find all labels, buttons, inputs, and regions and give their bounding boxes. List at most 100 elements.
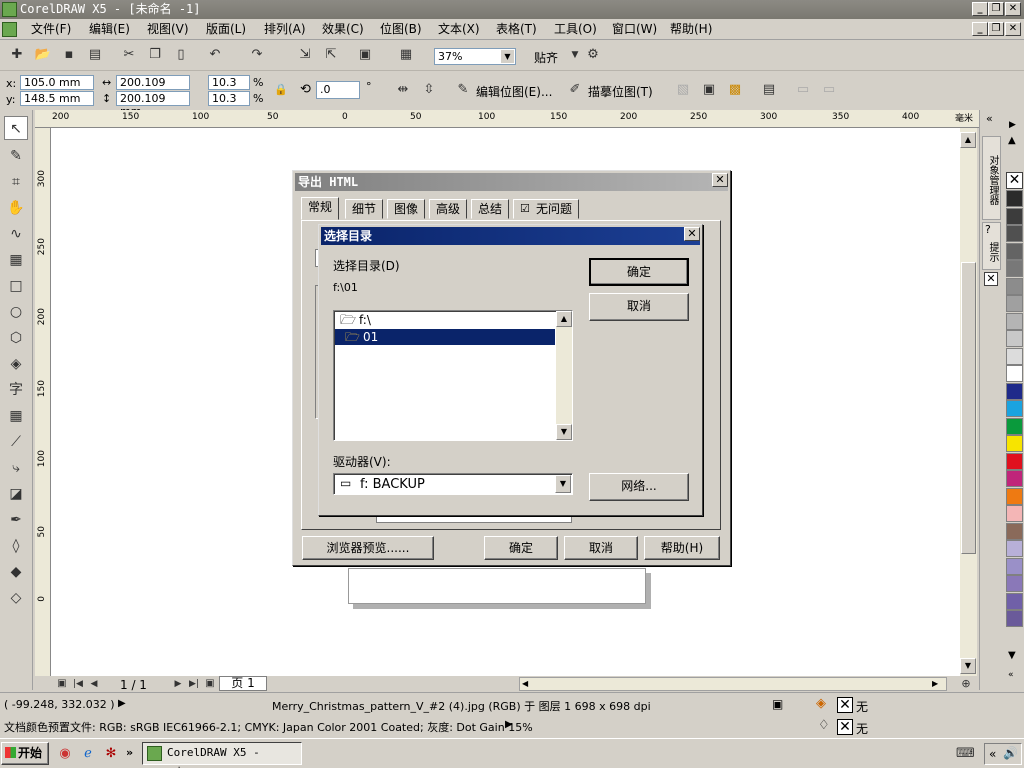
basic-shapes-tool-icon[interactable]: ◈ xyxy=(4,352,28,376)
tree-scroll-down-icon[interactable]: ▼ xyxy=(556,424,572,440)
color-swatch[interactable] xyxy=(1006,312,1023,330)
mirror-vertical-icon[interactable]: ⇳ xyxy=(420,81,438,99)
app-shortcut-icon[interactable]: ✻ xyxy=(102,745,120,763)
color-swatch[interactable] xyxy=(1006,295,1023,312)
menu-tools[interactable]: 工具(O) xyxy=(554,19,597,40)
copy-icon[interactable]: ❐ xyxy=(146,46,164,64)
color-swatch[interactable] xyxy=(1006,540,1023,557)
scroll-thumb[interactable] xyxy=(961,262,976,554)
redo-icon[interactable]: ↷ xyxy=(248,46,266,64)
edit-bitmap-icon[interactable]: ✎ xyxy=(454,81,472,99)
horizontal-scrollbar[interactable]: ◀ ▶ xyxy=(519,677,947,691)
doc-close-button[interactable]: ✕ xyxy=(1005,22,1021,36)
tree-scroll-up-icon[interactable]: ▲ xyxy=(556,311,572,327)
profile-expand-icon[interactable]: ▶ xyxy=(505,719,513,730)
scale-y-input[interactable]: 10.3 xyxy=(208,91,250,106)
drive-select[interactable]: ▭ f: BACKUP ▼ xyxy=(333,473,573,495)
menu-effects[interactable]: 效果(C) xyxy=(322,19,364,40)
menu-arrange[interactable]: 排列(A) xyxy=(264,19,306,40)
fill-tool-icon[interactable]: ◆ xyxy=(4,560,28,584)
navigator-icon[interactable]: ⊕ xyxy=(957,675,975,693)
export-ok-button[interactable]: 确定 xyxy=(484,536,558,560)
color-swatch[interactable] xyxy=(1006,575,1023,592)
application-launcher-icon[interactable]: ▣ xyxy=(356,46,374,64)
lock-ratio-icon[interactable]: 🔒 xyxy=(274,83,288,96)
width-input[interactable]: 200.109 mm xyxy=(116,75,190,102)
object-manager-tab[interactable]: 对象管理器 xyxy=(982,136,1001,220)
export-cancel-button[interactable]: 取消 xyxy=(564,536,638,560)
y-position-input[interactable]: 148.5 mm xyxy=(20,91,94,106)
zoom-level-select[interactable]: 37% ▼ xyxy=(434,48,516,65)
tab-details[interactable]: 细节 xyxy=(345,199,384,219)
docker-collapse-icon[interactable]: « xyxy=(986,112,993,125)
mirror-horizontal-icon[interactable]: ⇹ xyxy=(394,81,412,99)
tab-advanced[interactable]: 高级 xyxy=(429,199,468,219)
palette-expand-icon[interactable]: « xyxy=(1008,670,1014,680)
connector-tool-icon[interactable]: ⤷ xyxy=(4,456,28,480)
color-swatch[interactable] xyxy=(1006,522,1023,540)
polygon-tool-icon[interactable]: ⬡ xyxy=(4,326,28,350)
ie-icon[interactable]: ℯ xyxy=(79,745,97,763)
color-swatch[interactable] xyxy=(1006,347,1023,365)
color-swatch[interactable] xyxy=(1006,382,1023,400)
page-tab[interactable]: 页 1 xyxy=(219,676,267,691)
dir-close-icon[interactable]: ✕ xyxy=(684,227,700,241)
color-swatch[interactable] xyxy=(1006,207,1023,225)
prev-page-icon[interactable]: ◀ xyxy=(85,675,103,693)
tab-images[interactable]: 图像 xyxy=(387,199,426,219)
taskbar-coreldraw-button[interactable]: CorelDRAW X5 - [未... xyxy=(142,742,302,768)
fill-none-swatch[interactable]: ✕ xyxy=(837,697,853,713)
shape-tool-icon[interactable]: ✎ xyxy=(4,144,28,168)
add-page-after-icon[interactable]: ▣ xyxy=(201,675,219,693)
color-swatch[interactable] xyxy=(1006,225,1023,242)
smart-fill-tool-icon[interactable]: ▦ xyxy=(4,248,28,272)
status-expand-icon[interactable]: ▶ xyxy=(118,698,126,709)
docker-close-icon[interactable]: ✕ xyxy=(984,272,998,286)
welcome-screen-icon[interactable]: ▦ xyxy=(397,46,415,64)
close-button[interactable]: ✕ xyxy=(1005,2,1021,16)
text-tool-icon[interactable]: 字 xyxy=(4,378,28,402)
color-swatch[interactable] xyxy=(1006,505,1023,522)
quicklaunch-more-icon[interactable]: » xyxy=(126,746,133,759)
scroll-right-icon[interactable]: ▶ xyxy=(932,678,944,690)
color-swatch[interactable] xyxy=(1006,277,1023,295)
wrap-text-icon[interactable]: ▤ xyxy=(760,81,778,99)
options-icon[interactable]: ⚙ xyxy=(584,46,602,64)
crop-bitmap-icon[interactable]: ▧ xyxy=(674,81,692,99)
trace-bitmap-button[interactable]: 描摹位图(T) xyxy=(588,83,653,100)
import-icon[interactable]: ⇲ xyxy=(296,46,314,64)
minimize-button[interactable]: _ xyxy=(972,2,988,16)
rotation-angle-input[interactable]: .0 xyxy=(316,81,360,99)
eyedropper-tool-icon[interactable]: ✒ xyxy=(4,508,28,532)
maximize-button[interactable]: ❐ xyxy=(988,2,1004,16)
tab-summary[interactable]: 总结 xyxy=(471,199,510,219)
palette-down-icon[interactable]: ▼ xyxy=(1008,650,1016,661)
directory-tree[interactable]: 🗁 f:\ 🗁 01 ▲ ▼ xyxy=(333,310,573,441)
palette-scroll-up-icon[interactable]: ▶ xyxy=(1009,120,1016,130)
network-button[interactable]: 网络... xyxy=(589,473,689,501)
ellipse-tool-icon[interactable]: ○ xyxy=(4,300,28,324)
color-swatch[interactable] xyxy=(1006,260,1023,277)
menu-view[interactable]: 视图(V) xyxy=(147,19,189,40)
menu-layout[interactable]: 版面(L) xyxy=(206,19,246,40)
drive-chevron-down-icon[interactable]: ▼ xyxy=(555,475,571,493)
menu-edit[interactable]: 编辑(E) xyxy=(89,19,130,40)
outline-tool-icon[interactable]: ◊ xyxy=(4,534,28,558)
height-input[interactable]: 200.109 mm xyxy=(116,91,190,118)
color-swatch[interactable] xyxy=(1006,435,1023,452)
chevron-down-icon[interactable]: ▼ xyxy=(501,50,514,63)
dimension-tool-icon[interactable]: ⟋ xyxy=(4,430,28,454)
tab-no-issues[interactable]: ☑ 无问题 xyxy=(513,199,580,219)
cut-icon[interactable]: ✂ xyxy=(120,46,138,64)
start-button[interactable]: 开始 xyxy=(1,742,49,765)
doc-minimize-button[interactable]: _ xyxy=(972,22,988,36)
fill-status-icon[interactable]: ◈ xyxy=(816,696,826,711)
color-swatch[interactable] xyxy=(1006,452,1023,470)
open-icon[interactable]: 📂 xyxy=(34,46,52,64)
color-swatch[interactable] xyxy=(1006,610,1023,627)
scroll-up-icon[interactable]: ▲ xyxy=(960,132,976,148)
volume-icon[interactable]: 🔊 xyxy=(1003,746,1018,760)
menu-help[interactable]: 帮助(H) xyxy=(670,19,712,40)
scroll-down-icon[interactable]: ▼ xyxy=(960,658,976,674)
menu-window[interactable]: 窗口(W) xyxy=(612,19,657,40)
